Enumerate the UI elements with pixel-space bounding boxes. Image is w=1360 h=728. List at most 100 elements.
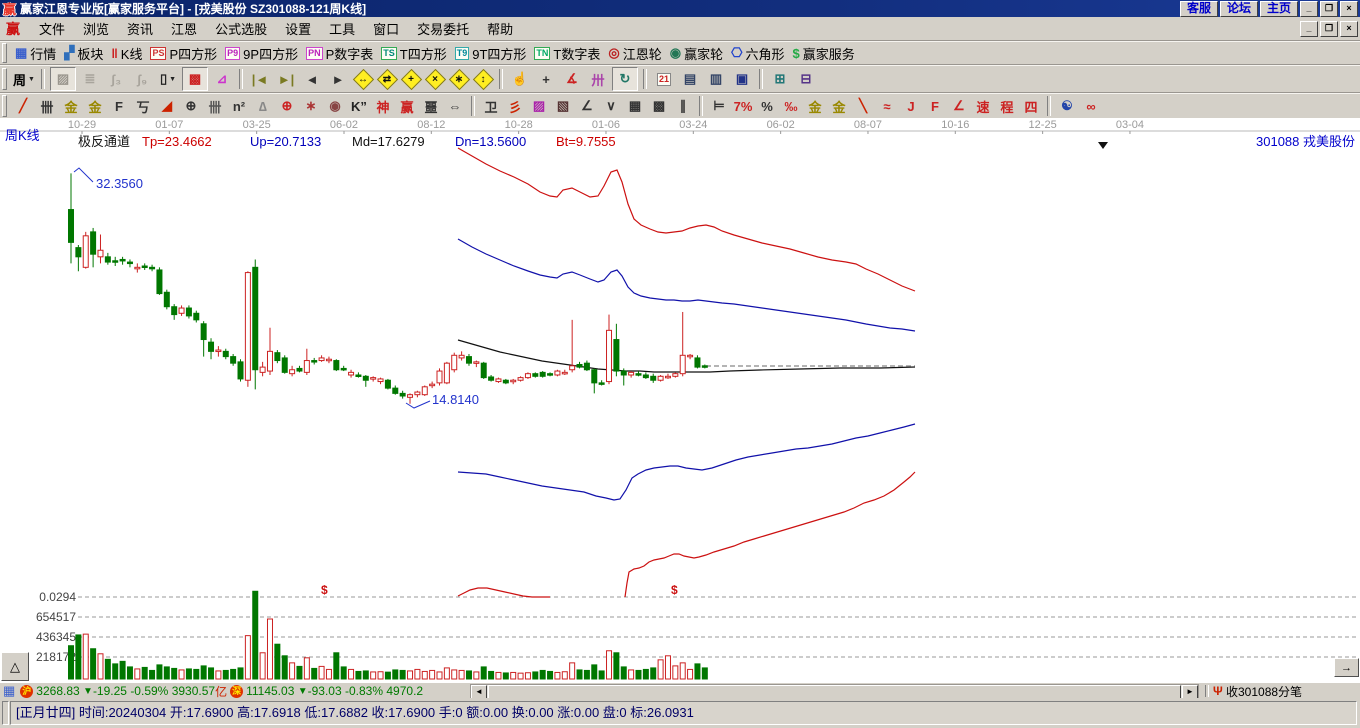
circle-star-tool[interactable]: ∗ bbox=[300, 96, 322, 116]
kline-button[interactable]: ǁ K线 bbox=[107, 43, 146, 63]
t-square-button[interactable]: TS T四方形 bbox=[377, 43, 450, 63]
infinity-tool[interactable]: ∞ bbox=[1080, 96, 1102, 116]
menu-item-帮助[interactable]: 帮助 bbox=[478, 20, 522, 39]
export-button[interactable]: ⊞ bbox=[768, 68, 792, 90]
save-button[interactable]: ▣ bbox=[730, 68, 754, 90]
calculator-button[interactable]: ▤ bbox=[678, 68, 702, 90]
gold-grid-tool[interactable]: 金 bbox=[60, 96, 82, 116]
scroll-left-button[interactable]: ◄ bbox=[471, 685, 487, 699]
mirror-angle-tool[interactable]: ∆ bbox=[252, 96, 274, 116]
n2-tool[interactable]: n² bbox=[228, 96, 250, 116]
ying-grid-tool[interactable]: 赢 bbox=[396, 96, 418, 116]
sectors-button[interactable]: ▞ 板块 bbox=[60, 43, 107, 63]
menu-item-浏览[interactable]: 浏览 bbox=[74, 20, 118, 39]
pct-circle-tool[interactable]: ‰ bbox=[780, 96, 802, 116]
cheng-line-tool[interactable]: 程 bbox=[996, 96, 1018, 116]
menu-item-资讯[interactable]: 资讯 bbox=[118, 20, 162, 39]
shen-grid-tool[interactable]: 神 bbox=[372, 96, 394, 116]
brush-grid-tool[interactable]: ◢ bbox=[156, 96, 178, 116]
menu-item-公式选股[interactable]: 公式选股 bbox=[206, 20, 276, 39]
home-link-button[interactable]: 主页 bbox=[1259, 0, 1298, 17]
volume-scroll-right-button[interactable]: → bbox=[1334, 658, 1359, 677]
gann-wheel-button[interactable]: ◎ 江恩轮 bbox=[604, 43, 665, 63]
p-table-button[interactable]: PN P数字表 bbox=[302, 43, 377, 63]
first-page-button[interactable]: |◄ bbox=[248, 68, 272, 90]
circle-grid-tool[interactable]: ⊕ bbox=[180, 96, 202, 116]
winner-service-button[interactable]: $ 赢家服务 bbox=[788, 43, 858, 63]
circle-cross-tool[interactable]: ⊕ bbox=[276, 96, 298, 116]
transfer-button[interactable]: ⊟ bbox=[794, 68, 818, 90]
mdi-close-button[interactable]: × bbox=[1340, 20, 1358, 37]
k-quote-tool[interactable]: K” bbox=[348, 96, 370, 116]
band-tool-button[interactable]: 卅 bbox=[586, 68, 610, 90]
pct-tool[interactable]: % bbox=[756, 96, 778, 116]
mdi-restore-button[interactable]: ❐ bbox=[1320, 20, 1338, 37]
scrollbar-thumb[interactable] bbox=[488, 685, 1181, 699]
ma9-button[interactable]: ʃ₉ bbox=[130, 68, 154, 90]
quotes-button[interactable]: ▦ 行情 bbox=[11, 43, 60, 63]
expand-h-button[interactable]: ⇄ bbox=[376, 68, 399, 91]
restore-button[interactable]: ❐ bbox=[1320, 0, 1338, 17]
price-ruler-tool[interactable]: ⊨ bbox=[708, 96, 730, 116]
next-bar-button[interactable]: ► bbox=[326, 68, 350, 90]
gold-split-tool[interactable]: 金 bbox=[828, 96, 850, 116]
winner-wheel-button[interactable]: ◉ 赢家轮 bbox=[666, 43, 727, 63]
minimize-button[interactable]: _ bbox=[1300, 0, 1318, 17]
small-grid-tool[interactable]: 卌 bbox=[204, 96, 226, 116]
9t-square-button[interactable]: T9 9T四方形 bbox=[451, 43, 531, 63]
period-dropdown[interactable]: 周 ▼ bbox=[12, 68, 36, 90]
quote-grid-icon[interactable]: ▦ bbox=[3, 683, 15, 699]
f-angle-tool[interactable]: F bbox=[924, 96, 946, 116]
dense-grid-tool[interactable]: 噩 bbox=[420, 96, 442, 116]
price-grid2-tool[interactable]: ▩ bbox=[648, 96, 670, 116]
zoom-in-button[interactable]: ∗ bbox=[448, 68, 471, 91]
compress-all-button[interactable]: × bbox=[424, 68, 447, 91]
clipboard-button[interactable]: ≣ bbox=[78, 68, 102, 90]
price-grid-tool[interactable]: ▦ bbox=[624, 96, 646, 116]
p-square-button[interactable]: PS P四方形 bbox=[146, 43, 221, 63]
angle-tool-button[interactable]: ∡ bbox=[560, 68, 584, 90]
zoom-out-button[interactable]: ↕ bbox=[472, 68, 495, 91]
v-lines-tool[interactable]: ∨ bbox=[600, 96, 622, 116]
tick-status-label[interactable]: 收301088分笔 bbox=[1226, 683, 1302, 700]
wave-tool[interactable]: ≈ bbox=[876, 96, 898, 116]
forum-link-button[interactable]: 论坛 bbox=[1219, 0, 1258, 17]
prev-bar-button[interactable]: ◄ bbox=[300, 68, 324, 90]
hook-grid-tool[interactable]: 丂 bbox=[132, 96, 154, 116]
memo-button[interactable]: ▥ bbox=[704, 68, 728, 90]
candlestick-chart[interactable]: 10-29 01-07 03-25 06-02 08-12 10-28 01-06 03-24… bbox=[0, 118, 1360, 682]
volume-filter-button[interactable]: △ bbox=[1, 652, 29, 681]
menu-item-工具[interactable]: 工具 bbox=[320, 20, 364, 39]
gold-angle-tool[interactable]: ∠ bbox=[948, 96, 970, 116]
gann-marker-button[interactable]: ▩ bbox=[182, 67, 208, 91]
fan-lines-tool[interactable]: 彡 bbox=[504, 96, 526, 116]
ma3-button[interactable]: ʃ₃ bbox=[104, 68, 128, 90]
pct7-tool[interactable]: 7% bbox=[732, 96, 754, 116]
compress-h-button[interactable]: ↔ bbox=[352, 68, 375, 91]
yinyang-tool[interactable]: ☯ bbox=[1056, 96, 1078, 116]
si-line-tool[interactable]: 四 bbox=[1020, 96, 1042, 116]
crosshair-tool-button[interactable]: + bbox=[534, 68, 558, 90]
width-arrow-tool[interactable]: ⇔ bbox=[444, 96, 466, 116]
f-grid-tool[interactable]: F bbox=[108, 96, 130, 116]
brush-tool[interactable]: ╱ bbox=[12, 96, 34, 116]
mdi-minimize-button[interactable]: _ bbox=[1300, 20, 1318, 37]
menu-item-交易委托[interactable]: 交易委托 bbox=[408, 20, 478, 39]
parallel-tool[interactable]: ∥ bbox=[672, 96, 694, 116]
menu-item-窗口[interactable]: 窗口 bbox=[364, 20, 408, 39]
circle-web-tool[interactable]: ◉ bbox=[324, 96, 346, 116]
j-angle-tool[interactable]: J bbox=[900, 96, 922, 116]
color-chart-button[interactable]: ⊿ bbox=[210, 68, 234, 90]
expand-all-button[interactable]: + bbox=[400, 68, 423, 91]
speed-line-tool[interactable]: 速 bbox=[972, 96, 994, 116]
cycle-tool-button[interactable]: ↻ bbox=[612, 67, 638, 91]
close-button[interactable]: × bbox=[1340, 0, 1358, 17]
angle-lines-tool[interactable]: ∠ bbox=[576, 96, 598, 116]
9p-square-button[interactable]: P9 9P四方形 bbox=[221, 43, 302, 63]
gold-grid2-tool[interactable]: 金 bbox=[84, 96, 106, 116]
scroll-right-button[interactable]: ► bbox=[1182, 685, 1198, 699]
last-page-button[interactable]: ►| bbox=[274, 68, 298, 90]
fan-box-tool[interactable]: ▨ bbox=[528, 96, 550, 116]
box-channel-tool[interactable]: 卫 bbox=[480, 96, 502, 116]
hexagon-button[interactable]: ⎔ 六角形 bbox=[727, 43, 788, 63]
